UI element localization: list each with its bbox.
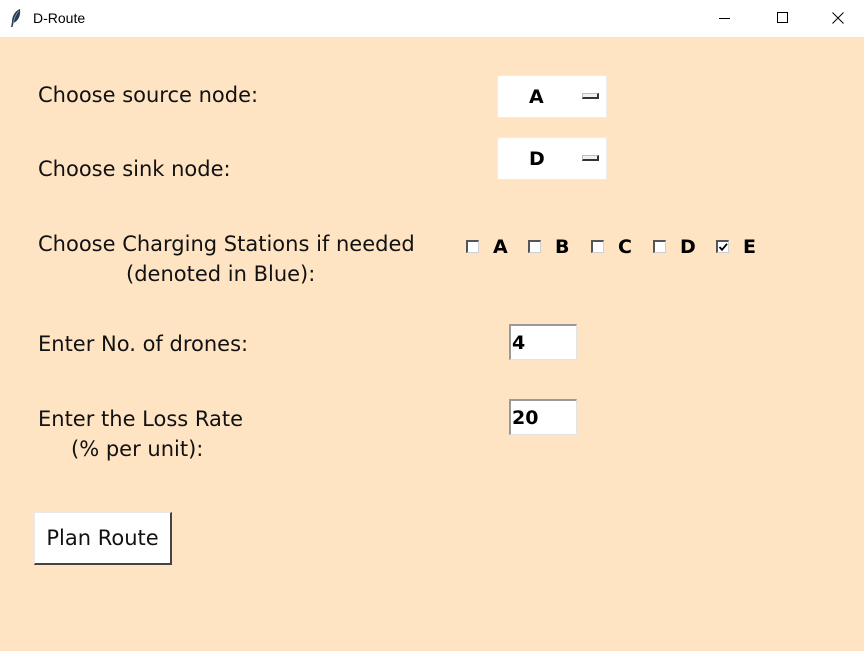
dropdown-indicator-icon — [582, 155, 599, 161]
minimize-icon — [719, 9, 731, 28]
form-area: Choose source node: A Choose sink node: … — [0, 37, 864, 651]
checkbox-label: E — [743, 236, 756, 258]
app-window: D-Route Choose source node: A Choose sin… — [0, 0, 864, 651]
drones-input[interactable] — [509, 324, 577, 360]
charging-stations-label: Choose Charging Stations if needed — [38, 232, 415, 256]
minimize-button[interactable] — [696, 0, 754, 37]
checkbox-box[interactable] — [466, 240, 479, 253]
plan-route-button[interactable]: Plan Route — [34, 512, 172, 565]
feather-icon — [9, 8, 23, 28]
checkbox-label: B — [555, 236, 570, 258]
source-node-label: Choose source node: — [38, 83, 259, 107]
checkbox-box[interactable] — [716, 240, 729, 253]
checkbox-label: C — [618, 236, 632, 258]
checkbox-box[interactable] — [653, 240, 666, 253]
dropdown-indicator-icon — [582, 93, 599, 99]
sink-node-value: D — [529, 148, 545, 170]
close-icon — [832, 9, 844, 28]
close-button[interactable] — [812, 0, 864, 37]
window-title: D-Route — [33, 10, 86, 26]
sink-node-label: Choose sink node: — [38, 157, 231, 181]
sink-node-dropdown[interactable]: D — [497, 137, 607, 180]
checkmark-icon — [718, 243, 728, 252]
checkbox-box[interactable] — [528, 240, 541, 253]
checkbox-box[interactable] — [591, 240, 604, 253]
maximize-icon — [777, 9, 789, 28]
charging-stations-note: (denoted in Blue): — [126, 262, 316, 286]
loss-rate-input[interactable] — [509, 399, 577, 435]
checkbox-label: D — [680, 236, 696, 258]
title-bar[interactable]: D-Route — [0, 0, 864, 37]
loss-rate-unit-label: (% per unit): — [71, 437, 204, 461]
checkbox-label: A — [493, 236, 508, 258]
loss-rate-label: Enter the Loss Rate — [38, 407, 244, 431]
maximize-button[interactable] — [754, 0, 812, 37]
source-node-value: A — [529, 86, 544, 108]
source-node-dropdown[interactable]: A — [497, 75, 607, 118]
drones-label: Enter No. of drones: — [38, 332, 249, 356]
